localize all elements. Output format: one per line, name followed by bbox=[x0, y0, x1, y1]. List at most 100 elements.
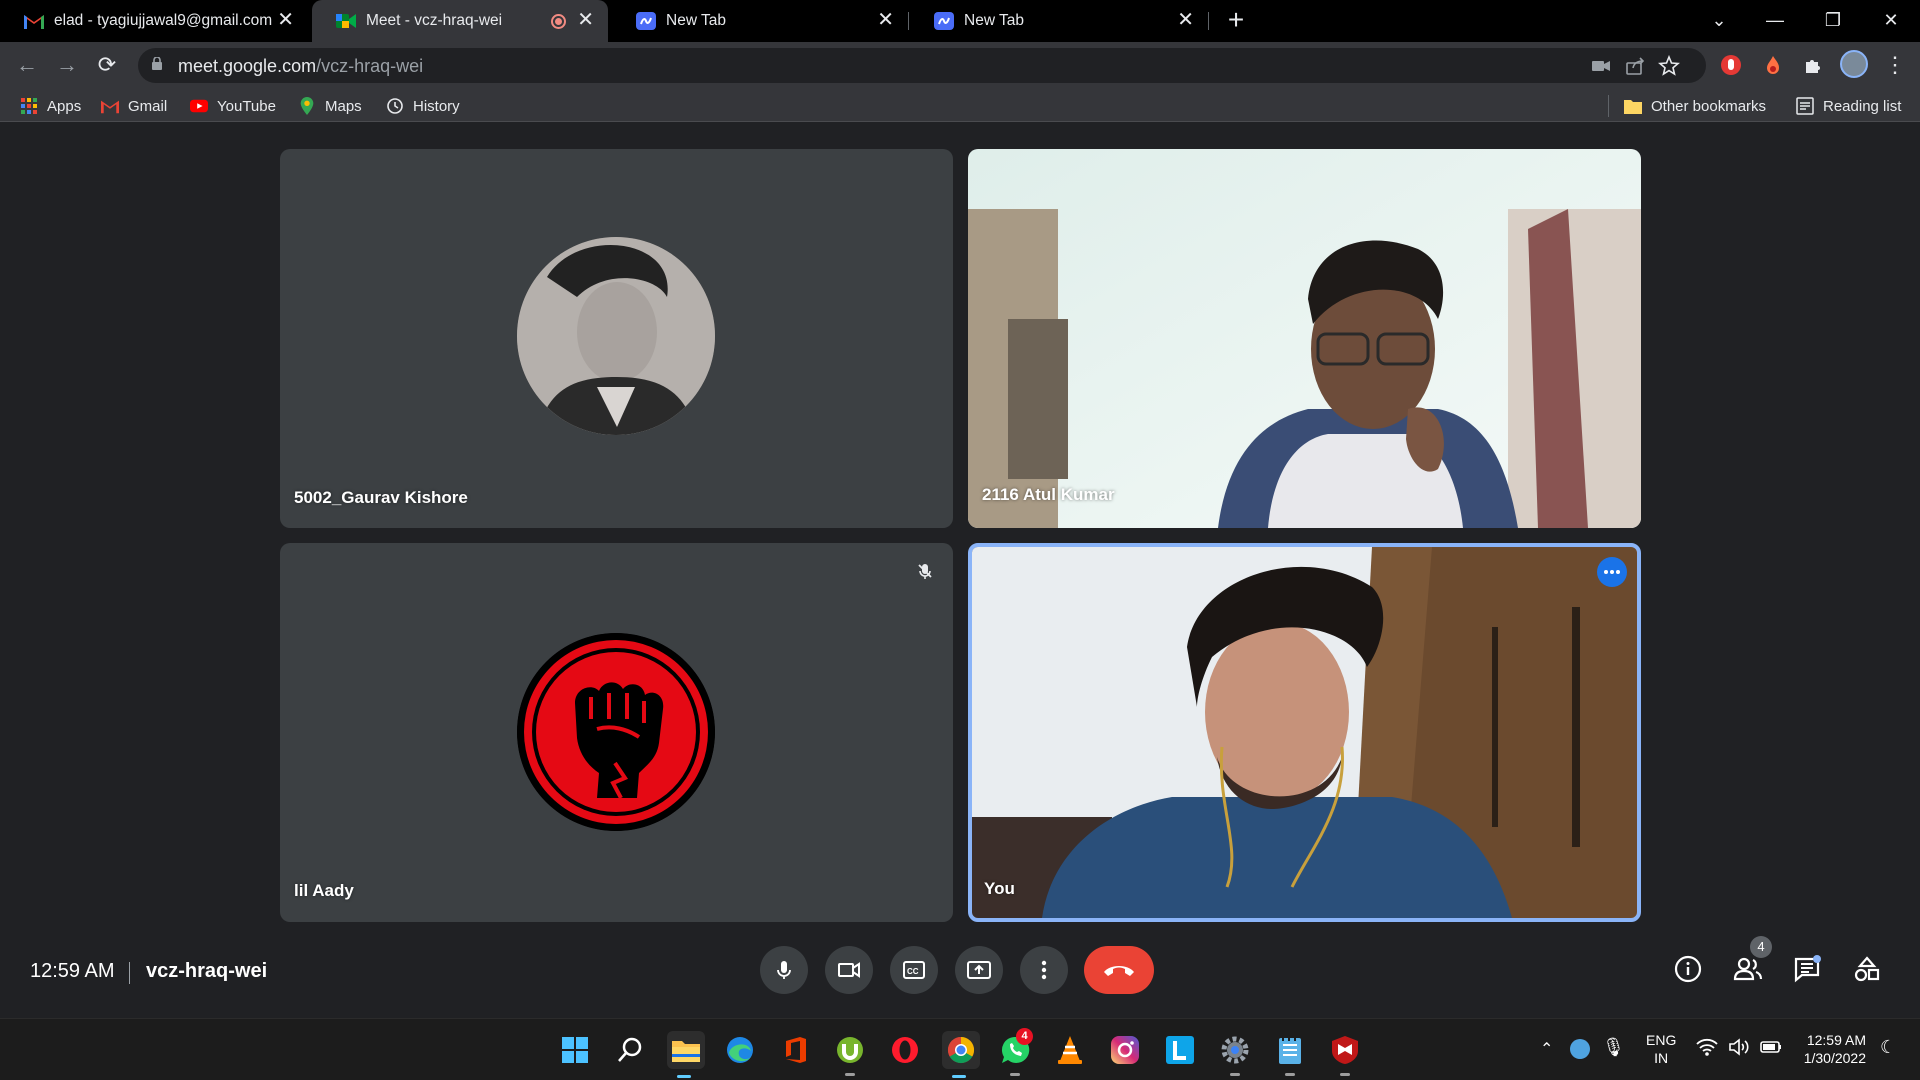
taskbar-instagram[interactable] bbox=[1108, 1033, 1142, 1067]
close-window-button[interactable]: ✕ bbox=[1876, 6, 1906, 34]
taskbar-chrome[interactable] bbox=[942, 1031, 980, 1078]
microphone-icon bbox=[777, 961, 791, 979]
taskbar-edge[interactable] bbox=[723, 1033, 757, 1067]
raised-fist-logo bbox=[517, 633, 715, 831]
show-hidden-icons-button[interactable]: ⌃ bbox=[1540, 1039, 1553, 1059]
share-icon[interactable] bbox=[1624, 55, 1646, 77]
forward-button[interactable]: → bbox=[52, 50, 82, 80]
reading-list[interactable]: Reading list bbox=[1796, 95, 1901, 117]
wifi-icon bbox=[1696, 1038, 1718, 1056]
camera-in-use-icon[interactable] bbox=[1590, 55, 1612, 77]
new-tab-button[interactable]: + bbox=[1222, 6, 1250, 34]
taskbar-settings[interactable] bbox=[1218, 1033, 1252, 1076]
taskbar-notepad[interactable] bbox=[1273, 1033, 1307, 1076]
address-bar[interactable]: meet.google.com/vcz-hraq-wei bbox=[138, 48, 1706, 83]
meeting-details-button[interactable] bbox=[1671, 952, 1705, 986]
close-tab-icon[interactable]: ✕ bbox=[1177, 10, 1194, 30]
more-options-button[interactable] bbox=[1020, 946, 1068, 994]
chrome-icon bbox=[947, 1036, 975, 1064]
bookmark-youtube[interactable]: YouTube bbox=[190, 95, 276, 117]
focus-assist-moon-icon[interactable]: ☾ bbox=[1880, 1037, 1896, 1058]
network-volume-battery-group[interactable] bbox=[1696, 1037, 1782, 1057]
bookmark-maps[interactable]: Maps bbox=[298, 95, 362, 117]
clock-date: 1/30/2022 bbox=[1803, 1050, 1866, 1066]
chat-button[interactable] bbox=[1790, 952, 1824, 986]
participant-tile-you[interactable]: You bbox=[968, 543, 1641, 922]
extension-fire-icon[interactable] bbox=[1762, 54, 1784, 76]
notepad-icon bbox=[1279, 1036, 1301, 1064]
new-tab-icon bbox=[934, 12, 954, 30]
taskbar-opera[interactable] bbox=[888, 1033, 922, 1067]
participant-video bbox=[968, 149, 1641, 528]
camera-button[interactable] bbox=[825, 946, 873, 994]
windows-start-button[interactable] bbox=[558, 1033, 592, 1067]
close-tab-icon[interactable]: ✕ bbox=[877, 10, 894, 30]
back-button[interactable]: ← bbox=[12, 50, 42, 80]
extension-red-hand-icon[interactable] bbox=[1720, 54, 1742, 76]
tab-gmail[interactable]: elad - tyagiujjawal9@gmail.com ✕ bbox=[0, 0, 308, 42]
muted-microphone-icon bbox=[911, 557, 939, 585]
extensions-puzzle-icon[interactable] bbox=[1802, 54, 1824, 76]
tab-new-tab-2[interactable]: New Tab ✕ bbox=[910, 0, 1208, 42]
bookmark-star-icon[interactable] bbox=[1658, 55, 1680, 77]
meeting-info-divider bbox=[129, 962, 130, 984]
taskbar-mcafee[interactable] bbox=[1328, 1033, 1362, 1076]
more-options-icon[interactable] bbox=[1597, 557, 1627, 587]
volume-icon bbox=[1729, 1038, 1749, 1056]
utorrent-icon bbox=[837, 1037, 863, 1063]
participant-name: 2116 Atul Kumar bbox=[982, 485, 1115, 504]
taskbar-file-explorer[interactable] bbox=[667, 1031, 705, 1078]
url-text: meet.google.com/vcz-hraq-wei bbox=[178, 56, 423, 77]
bookmark-apps[interactable]: Apps bbox=[20, 95, 81, 117]
tab-title: elad - tyagiujjawal9@gmail.com bbox=[54, 12, 273, 29]
profile-avatar-icon[interactable] bbox=[1840, 50, 1868, 78]
taskbar-l-app[interactable] bbox=[1163, 1033, 1197, 1067]
camera-icon bbox=[838, 962, 860, 978]
taskbar-vlc[interactable] bbox=[1053, 1033, 1087, 1067]
participant-tile-atul[interactable]: 2116 Atul Kumar bbox=[968, 149, 1641, 528]
participant-name: 5002_Gaurav Kishore bbox=[294, 488, 468, 507]
file-explorer-icon bbox=[672, 1041, 700, 1062]
activities-button[interactable] bbox=[1850, 952, 1884, 986]
tab-new-tab-1[interactable]: New Tab ✕ bbox=[612, 0, 908, 42]
browser-menu-icon[interactable]: ⋮ bbox=[1880, 50, 1910, 80]
participant-tile-gaurav[interactable]: 5002_Gaurav Kishore bbox=[280, 149, 953, 528]
gmail-icon bbox=[24, 15, 44, 29]
other-bookmarks[interactable]: Other bookmarks bbox=[1624, 95, 1766, 117]
tab-search-chevron-icon[interactable]: ⌄ bbox=[1704, 6, 1734, 34]
minimize-button[interactable]: — bbox=[1760, 6, 1790, 34]
clock[interactable]: 12:59 AM 1/30/2022 bbox=[1796, 1031, 1866, 1067]
close-tab-icon[interactable]: ✕ bbox=[577, 10, 594, 30]
people-icon bbox=[1733, 957, 1763, 981]
present-button[interactable] bbox=[955, 946, 1003, 994]
running-indicator bbox=[1285, 1073, 1295, 1076]
microphone-in-use-icon[interactable]: 🎙 bbox=[1602, 1037, 1625, 1058]
participant-tile-lil-aady[interactable]: lil Aady bbox=[280, 543, 953, 922]
instagram-icon bbox=[1111, 1036, 1139, 1064]
running-indicator bbox=[1230, 1073, 1240, 1076]
captions-button[interactable]: CC bbox=[890, 946, 938, 994]
taskbar-office[interactable] bbox=[778, 1033, 812, 1067]
svg-text:CC: CC bbox=[907, 967, 919, 976]
reload-button[interactable]: ⟳ bbox=[92, 50, 122, 80]
windows-start-icon bbox=[562, 1037, 588, 1063]
taskbar-utorrent[interactable] bbox=[833, 1033, 867, 1076]
close-tab-icon[interactable]: ✕ bbox=[277, 10, 294, 30]
taskbar-search-button[interactable] bbox=[613, 1033, 647, 1067]
tab-separator bbox=[908, 12, 909, 30]
other-bookmarks-label: Other bookmarks bbox=[1651, 97, 1767, 115]
battery-icon bbox=[1760, 1041, 1781, 1053]
bookmark-label: YouTube bbox=[217, 97, 276, 115]
bookmark-gmail[interactable]: Gmail bbox=[101, 95, 167, 117]
running-indicator bbox=[1340, 1073, 1350, 1076]
tray-app-icon[interactable] bbox=[1570, 1039, 1590, 1059]
chat-icon bbox=[1794, 955, 1821, 983]
bookmark-history[interactable]: History bbox=[386, 95, 460, 117]
microphone-button[interactable] bbox=[760, 946, 808, 994]
tab-meet[interactable]: Meet - vcz-hraq-wei ✕ bbox=[312, 0, 608, 42]
end-call-icon bbox=[1104, 966, 1134, 976]
restore-button[interactable]: ❐ bbox=[1818, 6, 1848, 34]
language-indicator[interactable]: ENG IN bbox=[1646, 1031, 1676, 1067]
end-call-button[interactable] bbox=[1084, 946, 1154, 994]
region-code: IN bbox=[1654, 1050, 1669, 1066]
